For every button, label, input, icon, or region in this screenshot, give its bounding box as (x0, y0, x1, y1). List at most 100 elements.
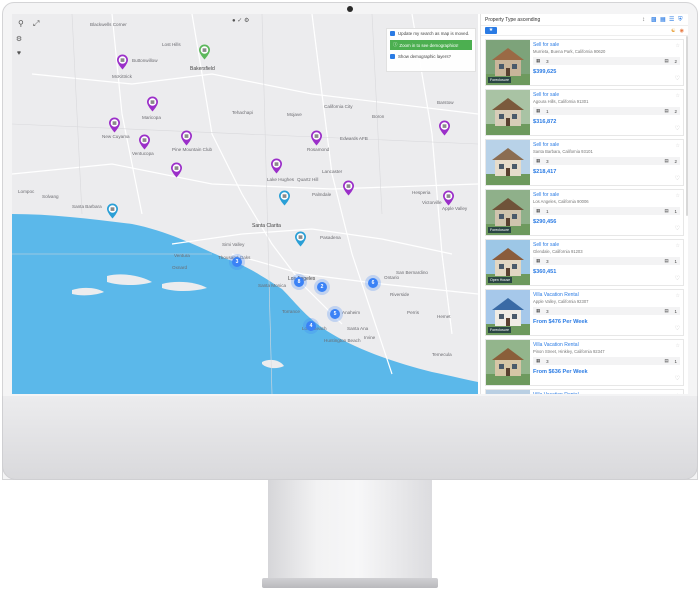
listing-type[interactable]: Villa Vacation Rental (533, 342, 680, 348)
map-label: Ventura (174, 253, 190, 258)
property-pin-icon[interactable] (180, 130, 193, 146)
star-outline-icon[interactable]: ☆ (676, 43, 680, 49)
star-outline-icon[interactable]: ☆ (676, 393, 680, 394)
map-cluster[interactable]: 8 (294, 277, 304, 287)
map-label: Huntington Beach (324, 338, 361, 343)
listing-card[interactable]: Foreclosure Sell for sale Los Angeles, Cal… (485, 189, 684, 236)
search-icon[interactable]: ⚲ (18, 19, 24, 28)
map-label: Solvang (42, 194, 59, 199)
zoom-demographics-notice: ⓘ Zoom in to see demographics! (390, 40, 472, 50)
heart-icon[interactable]: ♡ (675, 75, 680, 82)
listing-price: From $476 Per Week (533, 319, 588, 325)
property-pin-icon[interactable] (146, 96, 159, 112)
scrollbar[interactable] (686, 36, 688, 216)
heart-icon[interactable]: ♥ (15, 50, 23, 58)
bath-icon: ▤ (664, 258, 669, 263)
camera-icon (347, 6, 353, 12)
listing-card[interactable]: Foreclosure Sell for sale Murrieta, Buena … (485, 39, 684, 86)
listing-photo[interactable] (486, 90, 530, 135)
listing-card[interactable]: Open House Sell for sale Glendale, Califor… (485, 239, 684, 286)
listing-photo[interactable] (486, 390, 530, 394)
listing-photo[interactable]: Open House (486, 240, 530, 285)
property-pin-icon[interactable] (270, 158, 283, 174)
listing-type[interactable]: Sell for sale (533, 242, 680, 248)
listing-photo[interactable]: Foreclosure (486, 290, 530, 335)
star-icon[interactable]: ★ (485, 27, 497, 34)
update-search-option[interactable]: Update my search as map is moved. (387, 29, 475, 38)
map-cluster[interactable]: 5 (330, 309, 340, 319)
map-label: Lompoc (18, 189, 35, 194)
rss-icon[interactable]: ☯ (671, 28, 675, 34)
monitor-chin (2, 396, 698, 480)
property-pin-icon[interactable] (294, 231, 307, 247)
listing-card[interactable]: Sell for sale Agoura Hills, California 91… (485, 89, 684, 136)
heart-icon[interactable]: ♡ (675, 125, 680, 132)
listing-card[interactable]: Sell for sale Santa Barbara, California 9… (485, 139, 684, 186)
heart-icon[interactable]: ♡ (675, 325, 680, 332)
listing-card[interactable]: Villa Vacation Rental Pinon Street, Hinkl… (485, 339, 684, 386)
gear-icon[interactable]: ⚙ (15, 36, 23, 44)
property-pin-icon[interactable] (442, 190, 455, 206)
star-outline-icon[interactable]: ☆ (676, 143, 680, 149)
property-pin-icon[interactable] (198, 44, 211, 60)
property-pin-icon[interactable] (342, 180, 355, 196)
property-pin-icon[interactable] (108, 117, 121, 133)
listing-type[interactable]: Sell for sale (533, 92, 680, 98)
map-cluster[interactable]: 3 (232, 257, 242, 267)
listing-photo[interactable]: Foreclosure (486, 190, 530, 235)
listing-beds: 3 (546, 358, 549, 364)
shield-icon[interactable]: ⛨ (678, 17, 684, 23)
sort-arrows-icon[interactable]: ↕ (642, 17, 648, 23)
property-pin-icon[interactable] (438, 120, 451, 136)
fullscreen-icon[interactable]: ⤢ (33, 19, 39, 29)
listing-features: ▦ 3 ▤ 1 (533, 257, 680, 265)
property-pin-icon[interactable] (278, 190, 291, 206)
listing-type[interactable]: Villa Vacation Rental (533, 392, 680, 394)
listing-type[interactable]: Sell for sale (533, 192, 680, 198)
listing-type[interactable]: Sell for sale (533, 42, 680, 48)
map-cluster[interactable]: 2 (317, 282, 327, 292)
grid-view-icon[interactable]: ▦ (660, 17, 666, 23)
heart-icon[interactable]: ♡ (675, 225, 680, 232)
listing-type[interactable]: Villa Vacation Rental (533, 292, 680, 298)
map-view-icon[interactable]: ▩ (651, 17, 657, 23)
checkbox[interactable] (390, 54, 395, 59)
property-pin-icon[interactable] (138, 134, 151, 150)
listing-price: $290,456 (533, 219, 557, 225)
star-outline-icon[interactable]: ☆ (676, 293, 680, 299)
heart-icon[interactable]: ♡ (675, 375, 680, 382)
listing-photo[interactable] (486, 340, 530, 385)
map-view[interactable]: Blackwells Corner Lost Hills Buttonwillo… (12, 14, 478, 394)
map-cluster[interactable]: 6 (368, 278, 378, 288)
heart-icon[interactable]: ♡ (675, 275, 680, 282)
listing-photo[interactable]: Foreclosure (486, 40, 530, 85)
listing-baths: 1 (674, 208, 677, 214)
feed-icon[interactable]: ◉ (680, 28, 684, 34)
star-outline-icon[interactable]: ☆ (676, 243, 680, 249)
star-outline-icon[interactable]: ☆ (676, 193, 680, 199)
star-outline-icon[interactable]: ☆ (676, 93, 680, 99)
listing-type[interactable]: Sell for sale (533, 142, 680, 148)
star-outline-icon[interactable]: ☆ (676, 343, 680, 349)
property-pin-icon[interactable] (106, 203, 119, 219)
map-tools-icon[interactable]: ● ✓ ⚙ (232, 17, 249, 24)
property-pin-icon[interactable] (170, 162, 183, 178)
sort-select[interactable]: Property Type ascending (485, 17, 540, 23)
map-label: Tehachapi (232, 110, 253, 115)
map-label: Maricopa (142, 115, 161, 120)
listing-card[interactable]: Villa Vacation RentalTemecula, Californi… (485, 389, 684, 394)
checkbox[interactable] (390, 31, 395, 36)
listing-details: Villa Vacation Rental Apple Valley, Calif… (530, 290, 683, 335)
property-pin-icon[interactable] (310, 130, 323, 146)
property-pin-icon[interactable] (116, 54, 129, 70)
heart-icon[interactable]: ♡ (675, 175, 680, 182)
listing-features: ▦ 3 ▤ 1 (533, 307, 680, 315)
map-label: Perris (407, 310, 419, 315)
listing-card[interactable]: Foreclosure Villa Vacation Rental Apple Va… (485, 289, 684, 336)
map-label: Lost Hills (162, 42, 181, 47)
demographic-layers-option[interactable]: Show demographic layers? (387, 52, 475, 61)
list-view-icon[interactable]: ☰ (669, 17, 675, 23)
listing-features: ▦ 1 ▤ 1 (533, 207, 680, 215)
listing-photo[interactable] (486, 140, 530, 185)
map-cluster[interactable]: 4 (306, 321, 316, 331)
